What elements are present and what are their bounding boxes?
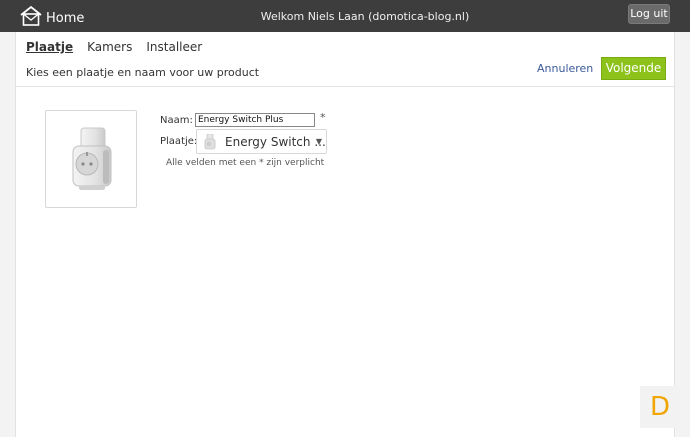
tab-kamers[interactable]: Kamers xyxy=(87,40,132,54)
image-select-value: Energy Switch ... xyxy=(225,135,326,149)
brand-logo: D xyxy=(640,386,680,428)
header-divider xyxy=(16,86,674,87)
name-label: Naam: xyxy=(160,115,193,126)
wizard-tabs: Plaatje Kamers Installeer xyxy=(26,40,202,54)
image-label: Plaatje: xyxy=(160,136,198,147)
required-fields-note: Alle velden met een * zijn verplicht xyxy=(166,158,325,168)
main-panel: Plaatje Kamers Installeer Kies een plaat… xyxy=(15,32,675,437)
chevron-down-icon: ▼ xyxy=(315,137,322,146)
name-input[interactable] xyxy=(195,113,315,127)
energy-switch-image xyxy=(72,127,112,190)
welcome-text: Welkom Niels Laan (domotica-blog.nl) xyxy=(260,10,470,23)
logout-button[interactable]: Log uit xyxy=(628,4,670,24)
product-image-preview xyxy=(45,110,137,208)
required-marker: * xyxy=(320,111,326,124)
top-bar: Home Welkom Niels Laan (domotica-blog.nl… xyxy=(0,0,690,32)
energy-switch-thumbnail xyxy=(204,134,216,150)
brand-letter: D xyxy=(649,392,671,422)
step-description: Kies een plaatje en naam voor uw product xyxy=(26,66,260,79)
next-button[interactable]: Volgende xyxy=(601,57,666,80)
tab-installeer[interactable]: Installeer xyxy=(146,40,202,54)
tab-plaatje[interactable]: Plaatje xyxy=(26,40,73,54)
image-select[interactable]: Energy Switch ... ▼ xyxy=(196,129,327,154)
cancel-link[interactable]: Annuleren xyxy=(537,62,593,75)
